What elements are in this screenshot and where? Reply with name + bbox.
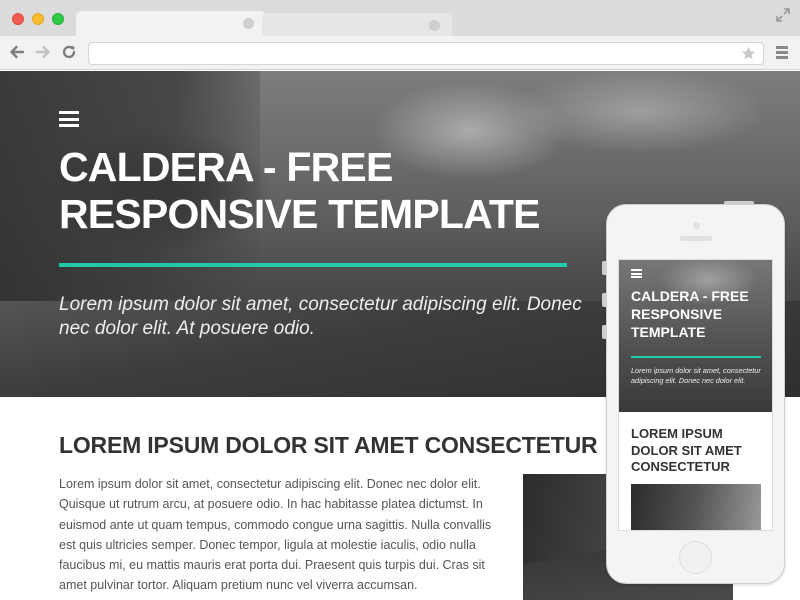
hero-subtitle: Lorem ipsum dolor sit amet, consectetur …: [59, 294, 582, 339]
phone-hero-title: CALDERA - FREE RESPONSIVE TEMPLATE: [631, 288, 749, 340]
back-arrow-icon[interactable]: [8, 43, 26, 61]
phone-speaker: [680, 236, 712, 241]
section-heading: LOREM IPSUM DOLOR SIT AMET CONSECTETUR: [59, 432, 598, 458]
browser-titlebar: [0, 0, 800, 37]
hero-title: CALDERA - FREE RESPONSIVE TEMPLATE: [59, 144, 540, 237]
browser-tab-inactive[interactable]: [262, 13, 452, 36]
minimize-window-button[interactable]: [32, 13, 44, 25]
address-bar[interactable]: [88, 42, 764, 65]
phone-screen: CALDERA - FREE RESPONSIVE TEMPLATE Lorem…: [618, 259, 773, 531]
tab-close-icon[interactable]: [243, 18, 254, 29]
browser-toolbar: [0, 36, 800, 70]
browser-tab-active[interactable]: [76, 11, 266, 37]
phone-mockup: CALDERA - FREE RESPONSIVE TEMPLATE Lorem…: [602, 201, 785, 584]
phone-hero-section: CALDERA - FREE RESPONSIVE TEMPLATE Lorem…: [619, 260, 772, 412]
phone-hamburger-menu-icon[interactable]: [631, 269, 642, 278]
menu-icon[interactable]: [776, 46, 788, 59]
star-icon[interactable]: [741, 46, 756, 61]
phone-hero-divider: [631, 356, 761, 358]
phone-home-button: [679, 541, 712, 574]
phone-hero-subtitle: Lorem ipsum dolor sit amet, consectetur …: [631, 366, 761, 385]
phone-section-image: [631, 484, 761, 530]
forward-arrow-icon[interactable]: [34, 43, 52, 61]
phone-side-button: [602, 293, 607, 307]
hero-divider: [59, 263, 567, 267]
maximize-window-button[interactable]: [52, 13, 64, 25]
phone-section-heading: LOREM IPSUM DOLOR SIT AMET CONSECTETUR: [631, 426, 742, 474]
phone-camera: [693, 222, 700, 229]
section-body-text: Lorem ipsum dolor sit amet, consectetur …: [59, 477, 492, 593]
tab-close-icon[interactable]: [429, 20, 440, 31]
phone-side-button: [602, 325, 607, 339]
phone-power-button: [724, 201, 754, 205]
reload-icon[interactable]: [60, 43, 78, 61]
hamburger-menu-icon[interactable]: [59, 111, 79, 127]
phone-side-button: [602, 261, 607, 275]
expand-icon[interactable]: [776, 8, 790, 22]
close-window-button[interactable]: [12, 13, 24, 25]
